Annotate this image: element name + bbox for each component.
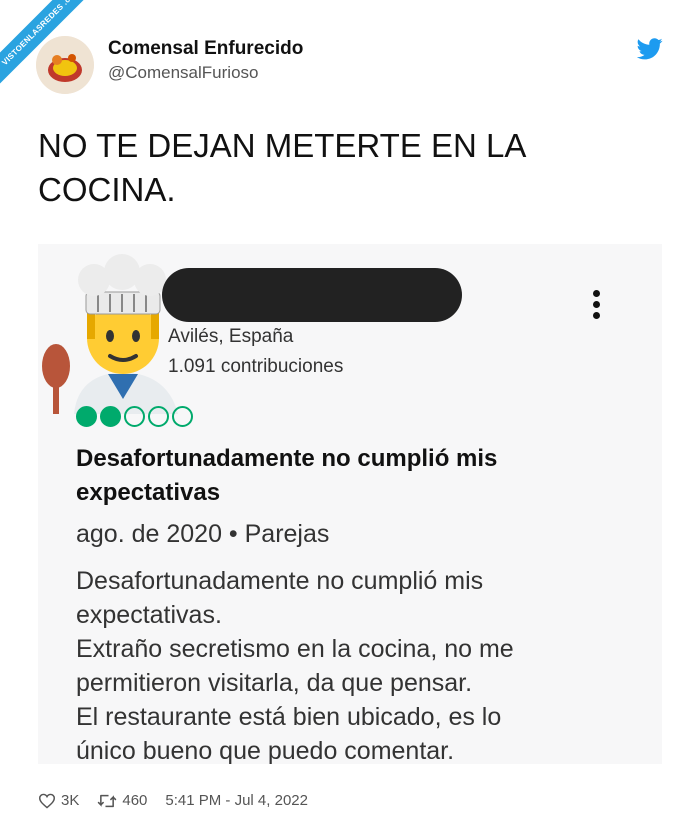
reviewer-location: Avilés, España <box>168 326 294 347</box>
tweet-text: NO TE DEJAN METERTE EN LA COCINA. <box>38 127 527 208</box>
retweet-icon <box>98 794 117 807</box>
tweet-footer: 3K 460 5:41 PM - Jul 4, 2022 <box>38 792 326 809</box>
retweet-button[interactable]: 460 <box>97 792 147 809</box>
author-name[interactable]: Comensal Enfurecido <box>108 38 303 60</box>
review-meta: ago. de 2020 • Parejas <box>76 520 330 548</box>
redacted-username <box>162 268 462 322</box>
review-screenshot: Avilés, España 1.091 contribuciones Desa… <box>38 244 662 765</box>
rating-bubble-filled <box>76 406 97 427</box>
bubble-rating <box>76 406 193 432</box>
like-button[interactable]: 3K <box>38 792 79 809</box>
more-options-icon[interactable] <box>590 290 602 324</box>
tweet-frame: VISTOENLASREDES .com Comensal Enfurecido… <box>0 0 700 840</box>
twitter-bird-icon[interactable] <box>637 38 663 60</box>
rating-bubble-empty <box>148 406 169 427</box>
review-body: Desafortunadamente no cumplió mis expect… <box>76 567 514 765</box>
like-count: 3K <box>61 792 80 809</box>
reviewer-contributions: 1.091 contribuciones <box>168 356 344 377</box>
rating-bubble-filled <box>100 406 121 427</box>
retweet-count: 460 <box>122 792 148 809</box>
timestamp-text: 5:41 PM - Jul 4, 2022 <box>165 792 308 809</box>
author-handle[interactable]: @ComensalFurioso <box>108 63 258 83</box>
avatar[interactable] <box>36 36 94 94</box>
rating-bubble-empty <box>172 406 193 427</box>
tweet-timestamp[interactable]: 5:41 PM - Jul 4, 2022 <box>165 792 308 809</box>
rating-bubble-empty <box>124 406 145 427</box>
review-title: Desafortunadamente no cumplió mis expect… <box>76 445 498 506</box>
heart-icon <box>38 793 56 809</box>
